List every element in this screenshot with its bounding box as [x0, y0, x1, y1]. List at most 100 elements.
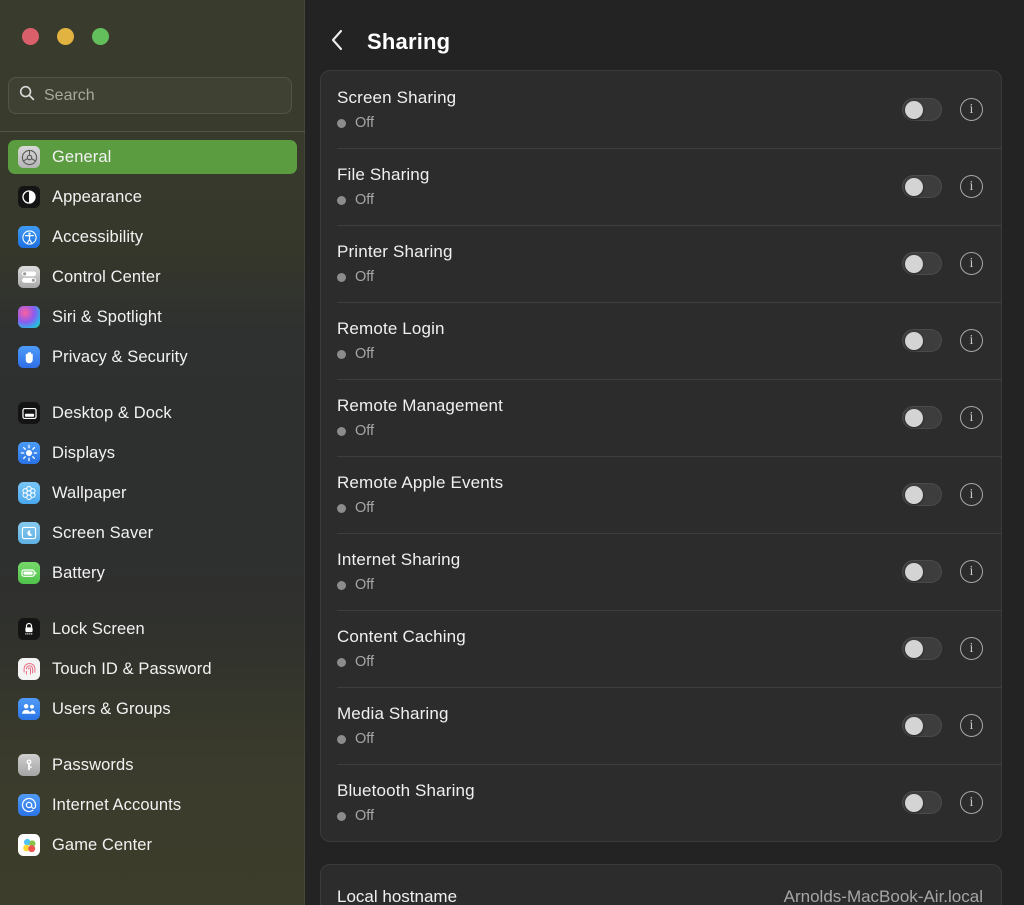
sidebar-item-touch-id-password[interactable]: Touch ID & Password [8, 652, 297, 686]
sidebar-item-label: Accessibility [52, 227, 144, 246]
row-controls: i [902, 406, 983, 429]
sidebar-item-desktop-dock[interactable]: Desktop & Dock [8, 396, 297, 430]
minimize-button[interactable] [57, 28, 74, 45]
sidebar-item-label: Passwords [52, 755, 134, 774]
row-text: Remote Login Off [337, 319, 902, 362]
sidebar-item-wallpaper[interactable]: Wallpaper [8, 476, 297, 510]
hostname-card: Local hostname Arnolds-MacBook-Air.local [320, 864, 1002, 905]
sidebar-item-label: Privacy & Security [52, 347, 188, 366]
sidebar-item-general[interactable]: General [8, 140, 297, 174]
status-label: Off [355, 192, 375, 208]
sidebar-item-internet-accounts[interactable]: Internet Accounts [8, 788, 297, 822]
settings-scroll-area[interactable]: Screen Sharing Off i File Sharing Off i … [305, 62, 1024, 905]
toggle-knob [904, 408, 923, 427]
hostname-label: Local hostname [337, 887, 458, 905]
info-icon[interactable]: i [960, 98, 983, 121]
main-header: Sharing [305, 0, 1024, 62]
info-icon[interactable]: i [960, 329, 983, 352]
close-button[interactable] [22, 28, 39, 45]
sidebar-item-displays[interactable]: Displays [8, 436, 297, 470]
sidebar-item-game-center[interactable]: Game Center [8, 828, 297, 862]
info-icon[interactable]: i [960, 791, 983, 814]
people-icon [18, 698, 40, 720]
status-label: Off [355, 346, 375, 362]
status-label: Off [355, 731, 375, 747]
sidebar-item-label: Lock Screen [52, 619, 145, 638]
service-toggle[interactable] [902, 98, 942, 121]
sidebar-item-lock-screen[interactable]: Lock Screen [8, 612, 297, 646]
table-row[interactable]: Bluetooth Sharing Off i [321, 764, 1001, 841]
status-dot-icon [337, 503, 346, 513]
sidebar-item-control-center[interactable]: Control Center [8, 260, 297, 294]
row-controls: i [902, 483, 983, 506]
sidebar-group-3: Lock Screen Touch ID & Password Users & … [0, 612, 305, 726]
service-toggle[interactable] [902, 791, 942, 814]
toggle-knob [904, 331, 923, 350]
sidebar-item-passwords[interactable]: Passwords [8, 748, 297, 782]
status-label: Off [355, 577, 375, 593]
sidebar-item-label: Desktop & Dock [52, 403, 172, 422]
moon-icon [18, 522, 40, 544]
service-status: Off [337, 577, 902, 593]
sidebar-item-users-groups[interactable]: Users & Groups [8, 692, 297, 726]
sidebar-item-label: Game Center [52, 835, 153, 854]
sliders-icon [18, 266, 40, 288]
table-row[interactable]: Remote Login Off i [321, 302, 1001, 379]
table-row[interactable]: Remote Apple Events Off i [321, 456, 1001, 533]
brightness-icon [18, 442, 40, 464]
info-icon[interactable]: i [960, 637, 983, 660]
status-label: Off [355, 808, 375, 824]
table-row[interactable]: File Sharing Off i [321, 148, 1001, 225]
status-dot-icon [337, 580, 346, 590]
table-row[interactable]: Media Sharing Off i [321, 687, 1001, 764]
search-box[interactable] [8, 77, 292, 114]
sidebar-item-screen-saver[interactable]: Screen Saver [8, 516, 297, 550]
sidebar-item-battery[interactable]: Battery [8, 556, 297, 590]
info-icon[interactable]: i [960, 175, 983, 198]
info-icon[interactable]: i [960, 252, 983, 275]
info-icon[interactable]: i [960, 483, 983, 506]
hostname-row[interactable]: Local hostname Arnolds-MacBook-Air.local [321, 865, 1001, 905]
service-toggle[interactable] [902, 714, 942, 737]
service-status: Off [337, 654, 902, 670]
status-dot-icon [337, 426, 346, 436]
service-name: Media Sharing [337, 704, 449, 723]
service-toggle[interactable] [902, 483, 942, 506]
table-row[interactable]: Internet Sharing Off i [321, 533, 1001, 610]
service-toggle[interactable] [902, 252, 942, 275]
sidebar-item-label: Battery [52, 563, 105, 582]
table-row[interactable]: Content Caching Off i [321, 610, 1001, 687]
info-icon[interactable]: i [960, 560, 983, 583]
status-label: Off [355, 654, 375, 670]
zoom-button[interactable] [92, 28, 109, 45]
service-toggle[interactable] [902, 406, 942, 429]
system-settings-window: General Appearance [0, 0, 1024, 905]
table-row[interactable]: Screen Sharing Off i [321, 71, 1001, 148]
sidebar-item-appearance[interactable]: Appearance [8, 180, 297, 214]
service-toggle[interactable] [902, 175, 942, 198]
sidebar-item-accessibility[interactable]: Accessibility [8, 220, 297, 254]
sharing-services-card: Screen Sharing Off i File Sharing Off i … [320, 70, 1002, 842]
back-button[interactable] [323, 28, 351, 56]
table-row[interactable]: Printer Sharing Off i [321, 225, 1001, 302]
toggle-knob [904, 639, 923, 658]
service-toggle[interactable] [902, 637, 942, 660]
row-text: Remote Management Off [337, 396, 902, 439]
service-toggle[interactable] [902, 329, 942, 352]
sidebar-item-label: Users & Groups [52, 699, 171, 718]
sidebar-item-siri-spotlight[interactable]: Siri & Spotlight [8, 300, 297, 334]
service-name: Bluetooth Sharing [337, 781, 475, 800]
sidebar-item-label: Siri & Spotlight [52, 307, 162, 326]
search-input[interactable] [44, 86, 281, 105]
info-icon[interactable]: i [960, 406, 983, 429]
info-icon[interactable]: i [960, 714, 983, 737]
status-dot-icon [337, 811, 346, 821]
row-text: Content Caching Off [337, 627, 902, 670]
service-toggle[interactable] [902, 560, 942, 583]
row-text: Media Sharing Off [337, 704, 902, 747]
status-dot-icon [337, 349, 346, 359]
table-row[interactable]: Remote Management Off i [321, 379, 1001, 456]
sidebar-group-2: Desktop & Dock Displays Wallpaper Screen… [0, 396, 305, 590]
sidebar-item-privacy-security[interactable]: Privacy & Security [8, 340, 297, 374]
service-name: Remote Login [337, 319, 445, 338]
